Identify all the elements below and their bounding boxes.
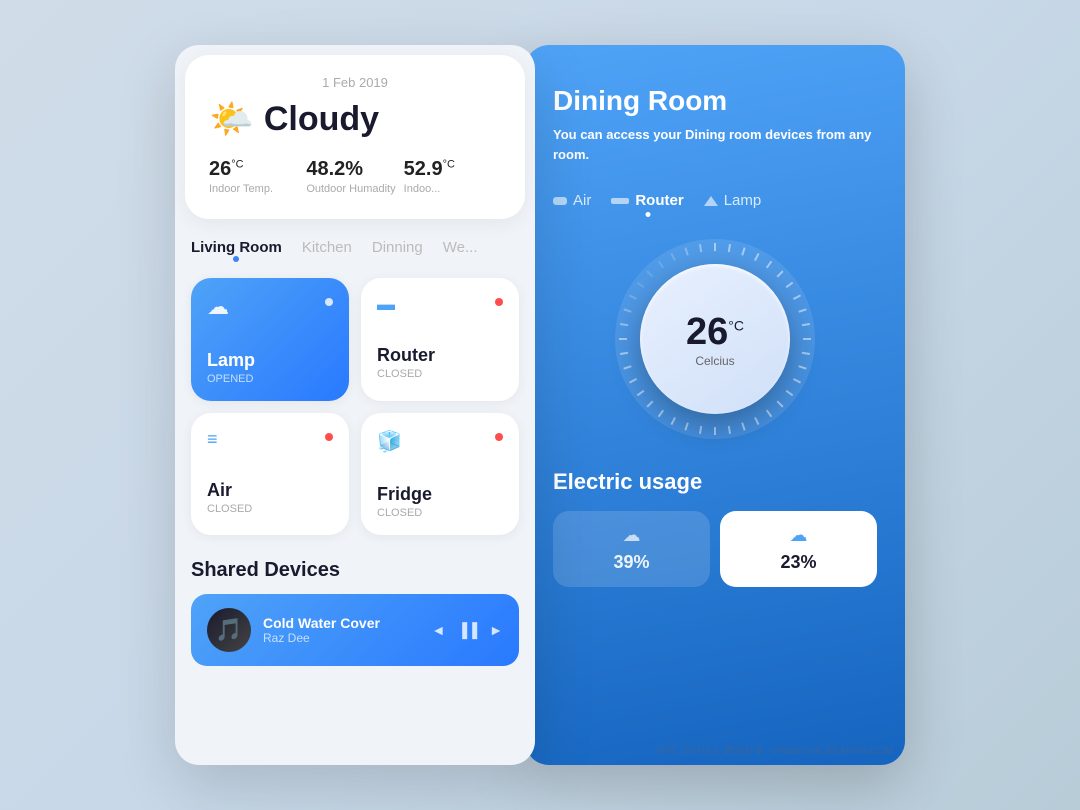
dining-room-title: Dining Room bbox=[553, 85, 877, 117]
right-panel: Dining Room You can access your Dining r… bbox=[525, 45, 905, 765]
tab-dinning[interactable]: Dinning bbox=[372, 239, 423, 262]
filter-router[interactable]: Router bbox=[611, 192, 683, 209]
air-status: CLOSED bbox=[207, 503, 333, 515]
pause-button[interactable]: ▐▐ bbox=[457, 622, 477, 638]
weather-stat-humidity: 48.2% Outdoor Humadity bbox=[306, 158, 403, 195]
device-card-lamp[interactable]: ☁ Lamp OPENED bbox=[191, 278, 349, 401]
fridge-status-dot bbox=[495, 433, 503, 441]
filter-active-dot bbox=[645, 212, 650, 217]
room-tabs-section: Living Room Kitchen Dinning We... bbox=[175, 219, 535, 262]
router-filter-icon bbox=[611, 198, 629, 204]
air-status-dot bbox=[325, 433, 333, 441]
lamp-status-dot bbox=[325, 298, 333, 306]
device-card-air[interactable]: ≡ Air CLOSED bbox=[191, 413, 349, 535]
track-artist: Raz Dee bbox=[263, 631, 419, 645]
room-tabs: Living Room Kitchen Dinning We... bbox=[191, 239, 519, 262]
shared-title: Shared Devices bbox=[191, 559, 519, 582]
weather-condition: Cloudy bbox=[264, 100, 379, 139]
air-icon: ≡ bbox=[207, 429, 218, 450]
device-filters: Air Router Lamp bbox=[553, 192, 877, 209]
device-card-router[interactable]: ▬ Router CLOSED bbox=[361, 278, 519, 401]
device-card-fridge[interactable]: 🧊 Fridge CLOSED bbox=[361, 413, 519, 535]
temperature-dial-container: 26°C Celcius bbox=[553, 239, 877, 439]
fridge-status: CLOSED bbox=[377, 507, 503, 519]
electric-card-2[interactable]: ☁ 23% bbox=[720, 511, 877, 587]
weather-card: 1 Feb 2019 🌤️ Cloudy 26°C Indoor Temp. 4… bbox=[185, 55, 525, 219]
weather-stat-temp: 26°C Indoor Temp. bbox=[209, 158, 306, 195]
dial-inner: 26°C Celcius bbox=[640, 264, 790, 414]
shared-card: 🎵 Cold Water Cover Raz Dee ◄ ▐▐ ► bbox=[191, 594, 519, 666]
filter-router-label: Router bbox=[635, 192, 683, 209]
tab-kitchen[interactable]: Kitchen bbox=[302, 239, 352, 262]
weather-date: 1 Feb 2019 bbox=[209, 75, 501, 90]
router-name: Router bbox=[377, 345, 503, 366]
fridge-name: Fridge bbox=[377, 484, 503, 505]
prev-button[interactable]: ◄ bbox=[431, 622, 445, 638]
electric-icon-1: ☁ bbox=[565, 525, 698, 546]
next-button[interactable]: ► bbox=[489, 622, 503, 638]
tab-living-room[interactable]: Living Room bbox=[191, 239, 282, 262]
playback-controls: ◄ ▐▐ ► bbox=[431, 622, 503, 638]
electric-pct-1: 39% bbox=[565, 552, 698, 573]
air-filter-icon bbox=[553, 197, 567, 205]
filter-air-label: Air bbox=[573, 192, 591, 209]
dial-outer[interactable]: 26°C Celcius bbox=[615, 239, 815, 439]
lamp-status: OPENED bbox=[207, 373, 333, 385]
track-name: Cold Water Cover bbox=[263, 615, 419, 631]
router-status: CLOSED bbox=[377, 368, 503, 380]
weather-stat-indoor: 52.9°C Indoo... bbox=[404, 158, 501, 195]
room-description: You can access your Dining room devices … bbox=[553, 125, 877, 164]
router-status-dot bbox=[495, 298, 503, 306]
device-grid: ☁ Lamp OPENED ▬ Router CLOSED ≡ bbox=[175, 262, 535, 551]
electric-cards: ☁ 39% ☁ 23% bbox=[553, 511, 877, 587]
lamp-icon: ☁ bbox=[207, 294, 229, 320]
lamp-filter-icon bbox=[704, 196, 718, 206]
electric-card-1[interactable]: ☁ 39% bbox=[553, 511, 710, 587]
filter-lamp[interactable]: Lamp bbox=[704, 192, 762, 209]
electric-icon-2: ☁ bbox=[732, 525, 865, 546]
dial-temperature: 26°C bbox=[686, 311, 744, 354]
shared-avatar: 🎵 bbox=[207, 608, 251, 652]
air-name: Air bbox=[207, 480, 333, 501]
weather-icon: 🌤️ bbox=[209, 98, 254, 140]
filter-air[interactable]: Air bbox=[553, 192, 591, 209]
fridge-icon: 🧊 bbox=[377, 429, 402, 454]
router-icon: ▬ bbox=[377, 294, 395, 315]
shared-section: Shared Devices 🎵 Cold Water Cover Raz De… bbox=[175, 551, 535, 666]
lamp-name: Lamp bbox=[207, 350, 333, 371]
dial-unit-label: Celcius bbox=[695, 354, 734, 368]
watermark: 众号: 设计达人 数组分享 · WWW.SHEJIDAREN.COM bbox=[656, 742, 893, 757]
electric-usage-title: Electric usage bbox=[553, 469, 877, 495]
weather-stats: 26°C Indoor Temp. 48.2% Outdoor Humadity… bbox=[209, 158, 501, 195]
tab-more[interactable]: We... bbox=[443, 239, 478, 262]
left-panel: 1 Feb 2019 🌤️ Cloudy 26°C Indoor Temp. 4… bbox=[175, 45, 535, 765]
electric-pct-2: 23% bbox=[732, 552, 865, 573]
filter-lamp-label: Lamp bbox=[724, 192, 762, 209]
